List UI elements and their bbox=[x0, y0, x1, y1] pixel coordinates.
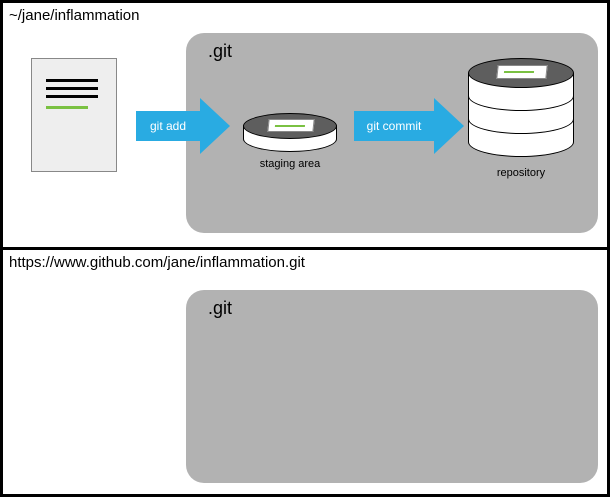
repository-caption: repository bbox=[468, 167, 574, 179]
staging-area-icon: staging area bbox=[243, 113, 337, 170]
git-commit-label: git commit bbox=[354, 111, 434, 141]
local-repo-panel: ~/jane/inflammation .git git add staging… bbox=[0, 0, 610, 250]
staging-caption: staging area bbox=[243, 158, 337, 170]
remote-repo-panel: https://www.github.com/jane/inflammation… bbox=[0, 250, 610, 497]
git-commit-arrow: git commit bbox=[354, 98, 464, 154]
local-path-label: ~/jane/inflammation bbox=[9, 7, 140, 24]
repository-icon: repository bbox=[468, 58, 574, 179]
remote-git-box: .git bbox=[186, 290, 598, 483]
git-add-label: git add bbox=[136, 111, 200, 141]
git-add-arrow: git add bbox=[136, 98, 230, 154]
working-file-icon bbox=[31, 58, 117, 172]
remote-git-dir-label: .git bbox=[208, 298, 232, 319]
remote-url-label: https://www.github.com/jane/inflammation… bbox=[9, 254, 305, 271]
git-dir-label: .git bbox=[208, 41, 232, 62]
